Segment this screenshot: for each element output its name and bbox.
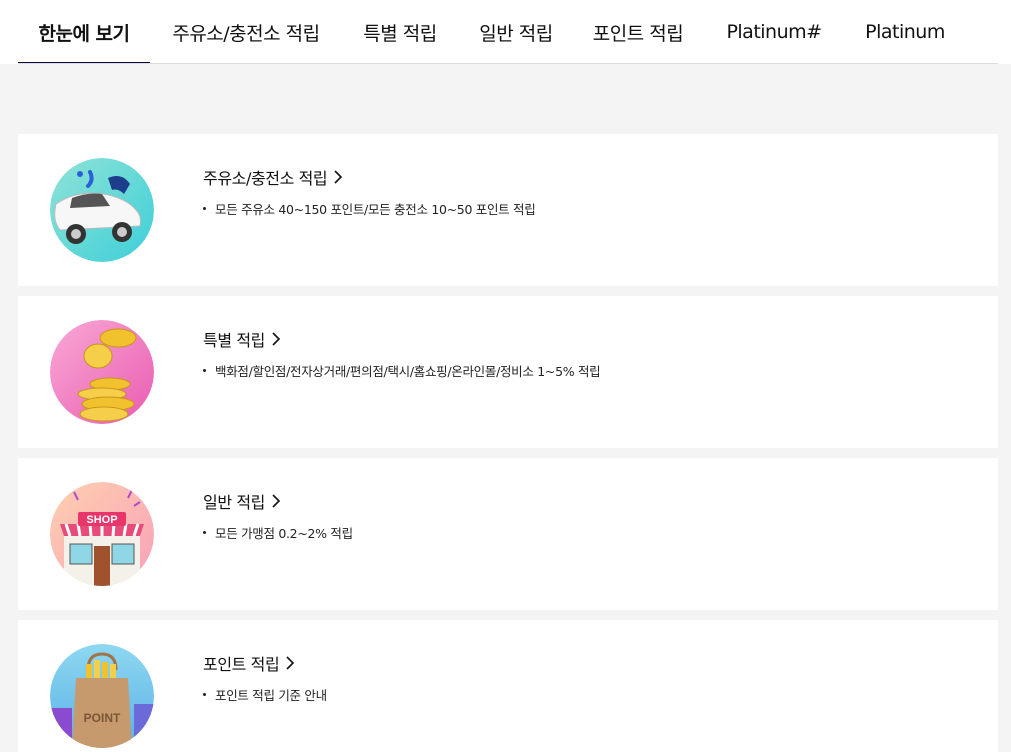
- point-bag-text: POINT: [84, 711, 121, 725]
- card-title-link[interactable]: 포인트 적립: [203, 651, 295, 675]
- chevron-right-icon: [334, 170, 343, 184]
- bullet: [203, 693, 206, 696]
- shop-sign-text: SHOP: [86, 514, 117, 526]
- card-desc-text: 모든 가맹점 0.2~2% 적립: [215, 526, 353, 541]
- gold-coins-icon: [50, 320, 154, 424]
- bullet: [203, 207, 206, 210]
- card-desc-text: 포인트 적립 기준 안내: [215, 688, 327, 703]
- card-description: 모든 주유소 40~150 포인트/모든 충전소 10~50 포인트 적립: [203, 199, 536, 218]
- tab-special[interactable]: 특별 적립: [350, 0, 450, 64]
- point-bag-icon: POINT: [50, 644, 154, 748]
- bullet: [203, 369, 206, 372]
- chevron-right-icon: [272, 494, 281, 508]
- card-description: 포인트 적립 기준 안내: [203, 685, 327, 704]
- card-title-text: 일반 적립: [203, 493, 265, 512]
- card-title-text: 특별 적립: [203, 331, 265, 350]
- card-general: SHOP 일반 적립 모든 가맹점 0.2~2% 적립: [18, 458, 998, 610]
- tab-platinum-sharp[interactable]: Platinum#: [714, 0, 834, 64]
- card-title-link[interactable]: 특별 적립: [203, 327, 281, 351]
- card-special: 특별 적립 백화점/할인점/전자상거래/편의점/택시/홈쇼핑/온라인몰/정비소 …: [18, 296, 998, 448]
- tab-divider: [18, 63, 998, 64]
- tab-bar: 한눈에 보기 주유소/충전소 적립 특별 적립 일반 적립 포인트 적립 Pla…: [0, 0, 1011, 64]
- card-title-link[interactable]: 일반 적립: [203, 489, 281, 513]
- card-gas-charging: 주유소/충전소 적립 모든 주유소 40~150 포인트/모든 충전소 10~5…: [18, 134, 998, 286]
- tab-general[interactable]: 일반 적립: [466, 0, 566, 64]
- card-title-link[interactable]: 주유소/충전소 적립: [203, 165, 343, 189]
- card-desc-text: 모든 주유소 40~150 포인트/모든 충전소 10~50 포인트 적립: [215, 202, 536, 217]
- card-title-text: 포인트 적립: [203, 655, 280, 674]
- shop-icon: SHOP: [50, 482, 154, 586]
- card-point: POINT 포인트 적립 포인트 적립 기준 안내: [18, 620, 998, 752]
- tab-point[interactable]: 포인트 적립: [582, 0, 694, 64]
- tab-gas-charging[interactable]: 주유소/충전소 적립: [158, 0, 334, 64]
- gas-station-car-icon: [50, 158, 154, 262]
- tab-platinum[interactable]: Platinum: [852, 0, 958, 64]
- chevron-right-icon: [286, 656, 295, 670]
- chevron-right-icon: [272, 332, 281, 346]
- card-description: 백화점/할인점/전자상거래/편의점/택시/홈쇼핑/온라인몰/정비소 1~5% 적…: [203, 361, 601, 380]
- card-title-text: 주유소/충전소 적립: [203, 169, 328, 188]
- card-description: 모든 가맹점 0.2~2% 적립: [203, 523, 353, 542]
- bullet: [203, 531, 206, 534]
- tab-overview[interactable]: 한눈에 보기: [18, 0, 150, 64]
- card-desc-text: 백화점/할인점/전자상거래/편의점/택시/홈쇼핑/온라인몰/정비소 1~5% 적…: [215, 364, 601, 379]
